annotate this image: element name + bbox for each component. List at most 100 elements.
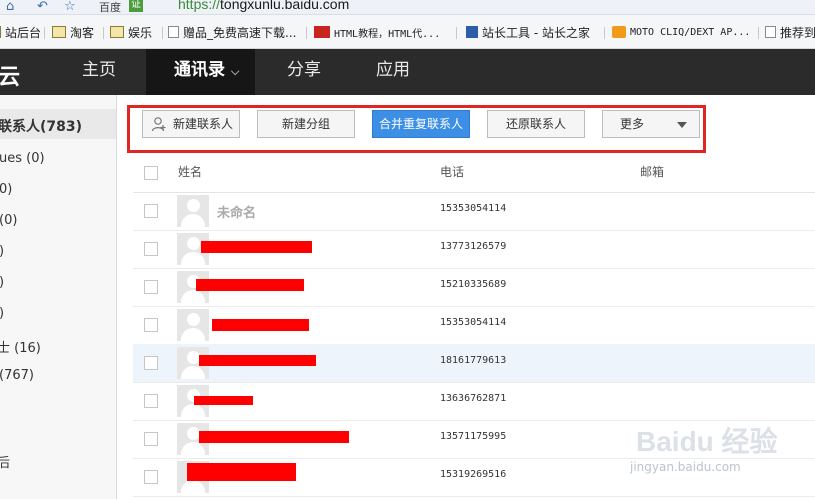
table-row[interactable]: 13773126579 xyxy=(133,230,815,269)
contact-phone: 15353054114 xyxy=(440,203,507,214)
avatar-head xyxy=(187,199,200,212)
bookmark-item[interactable]: MOTO CLIQ/DEXT AP... xyxy=(612,24,750,40)
nav-contacts[interactable]: 通讯录 ⌵ xyxy=(146,49,255,95)
row-checkbox[interactable] xyxy=(144,470,158,484)
sidebar-header-label: 联系人(783) xyxy=(0,119,83,135)
folder-icon xyxy=(0,26,1,38)
avatar xyxy=(177,309,209,341)
contact-phone: 15319269516 xyxy=(440,469,507,480)
nav-share[interactable]: 分享 xyxy=(287,49,321,95)
home-icon[interactable]: ⌂ xyxy=(6,0,14,14)
bookmark-item[interactable]: 娱乐 xyxy=(110,24,152,40)
redaction-mark xyxy=(187,463,296,481)
sidebar-all-contacts[interactable]: 联系人(783) xyxy=(0,109,116,139)
avatar-body xyxy=(181,480,205,493)
page-icon xyxy=(168,26,179,38)
table-row[interactable]: 13636762871 xyxy=(133,382,815,421)
more-label: 更多 xyxy=(620,117,645,131)
avatar-body xyxy=(181,404,205,417)
restore-contacts-button[interactable]: 还原联系人 xyxy=(487,110,585,138)
baidu-label[interactable]: 百度 xyxy=(99,0,121,15)
row-checkbox[interactable] xyxy=(144,242,158,256)
avatar-body xyxy=(181,252,205,265)
baidu-jingyan-watermark: Baidu 经验 jingyan.baidu.com xyxy=(604,418,815,499)
contact-phone: 15353054114 xyxy=(440,317,507,328)
watermark-brand: Baidu 经验 xyxy=(636,426,778,457)
caret-down-icon xyxy=(677,122,687,128)
table-header: 姓名 电话 邮箱 xyxy=(133,156,815,193)
merge-duplicates-button[interactable]: 合并重复联系人 xyxy=(372,110,470,138)
bookmark-item[interactable]: 站长工具 - 站长之家 xyxy=(466,24,590,40)
row-checkbox[interactable] xyxy=(144,318,158,332)
chevron-down-icon: ⌵ xyxy=(231,65,240,78)
nav-contacts-label: 通讯录 xyxy=(174,60,225,80)
bookmark-label: 推荐到 xyxy=(780,25,815,40)
avatar-body xyxy=(181,214,205,227)
sidebar-group[interactable]: ) xyxy=(0,275,4,290)
row-checkbox[interactable] xyxy=(144,204,158,218)
folder-icon xyxy=(52,26,66,38)
new-contact-label: 新建联系人 xyxy=(172,117,233,131)
star-icon[interactable]: ☆ xyxy=(64,0,76,14)
row-checkbox[interactable] xyxy=(144,356,158,370)
nav-apps[interactable]: 应用 xyxy=(376,49,410,95)
bookmark-item[interactable]: 站后台 xyxy=(0,24,41,40)
sidebar-group[interactable]: ) xyxy=(0,306,4,321)
nav-home[interactable]: 主页 xyxy=(82,49,116,95)
sidebar-group[interactable]: 士 (16) xyxy=(0,337,41,356)
sidebar-group[interactable]: ) xyxy=(0,244,4,259)
new-contact-button[interactable]: 新建联系人 xyxy=(142,110,240,138)
undo-icon[interactable]: ↶ xyxy=(37,0,48,14)
app-logo[interactable]: 云 xyxy=(0,59,20,91)
verify-badge: 证 xyxy=(129,0,143,12)
select-all-checkbox[interactable] xyxy=(144,166,158,180)
bookmark-item[interactable]: 淘客 xyxy=(52,24,94,40)
table-row[interactable]: 15353054114 xyxy=(133,306,815,345)
bookmark-label: 站长工具 - 站长之家 xyxy=(482,25,590,40)
bookmark-divider xyxy=(604,27,605,39)
row-checkbox[interactable] xyxy=(144,432,158,446)
bookmark-divider xyxy=(162,27,163,39)
browser-address-bar: ⌂ ↶ ☆ 百度 证 https://tongxunlu.baidu.com xyxy=(0,0,815,15)
sidebar-group[interactable]: (767) xyxy=(0,368,34,383)
bookmark-item[interactable]: 推荐到 xyxy=(765,24,815,40)
redaction-mark xyxy=(199,431,349,443)
blue-logo-icon xyxy=(466,26,478,38)
table-row[interactable]: 未命名 15353054114 xyxy=(133,192,815,231)
folder-icon xyxy=(110,26,124,38)
page-icon xyxy=(765,26,776,38)
contacts-sidebar: 联系人(783) ues (0) 0) (0) ) ) ) 士 (16) (76… xyxy=(0,95,117,499)
orange-logo-icon xyxy=(612,26,626,38)
bookmark-label: 赠品_免费高速下载... xyxy=(183,25,297,40)
sidebar-group[interactable]: 0) xyxy=(0,182,12,197)
table-row[interactable]: 15210335689 xyxy=(133,268,815,307)
contact-name[interactable]: 未命名 xyxy=(217,202,256,221)
sidebar-group[interactable]: 后 xyxy=(0,452,10,471)
row-checkbox[interactable] xyxy=(144,280,158,294)
url-field[interactable]: https://tongxunlu.baidu.com xyxy=(178,0,349,12)
bookmark-item[interactable]: HTML教程，HTML代... xyxy=(314,24,440,40)
avatar xyxy=(177,195,209,227)
bookmark-divider xyxy=(306,27,307,39)
row-checkbox[interactable] xyxy=(144,394,158,408)
table-row[interactable]: 18161779613 xyxy=(133,344,815,383)
redaction-mark xyxy=(196,279,304,291)
url-host: tongxunlu.baidu.com xyxy=(220,0,350,12)
bookmark-item[interactable]: 赠品_免费高速下载... xyxy=(168,24,296,40)
avatar-body xyxy=(181,328,205,341)
column-name-header: 姓名 xyxy=(178,165,203,179)
column-email-header: 邮箱 xyxy=(640,165,665,179)
url-protocol: https:// xyxy=(178,0,221,12)
redaction-mark xyxy=(201,241,312,253)
more-dropdown[interactable]: 更多 xyxy=(602,110,700,138)
column-phone-header: 电话 xyxy=(440,165,465,179)
top-navigation: 云 主页 通讯录 ⌵ 分享 应用 xyxy=(0,49,815,95)
add-user-icon xyxy=(151,117,166,132)
bookmarks-bar: 站后台 淘客 娱乐 赠品_免费高速下载... HTML教程，HTML代... 站… xyxy=(0,15,815,49)
avatar-head xyxy=(187,237,200,250)
redaction-mark xyxy=(212,319,309,331)
sidebar-group[interactable]: (0) xyxy=(0,213,17,228)
sidebar-group[interactable]: ues (0) xyxy=(0,151,45,166)
bookmark-label: 娱乐 xyxy=(128,25,153,40)
new-group-button[interactable]: 新建分组 xyxy=(257,110,355,138)
